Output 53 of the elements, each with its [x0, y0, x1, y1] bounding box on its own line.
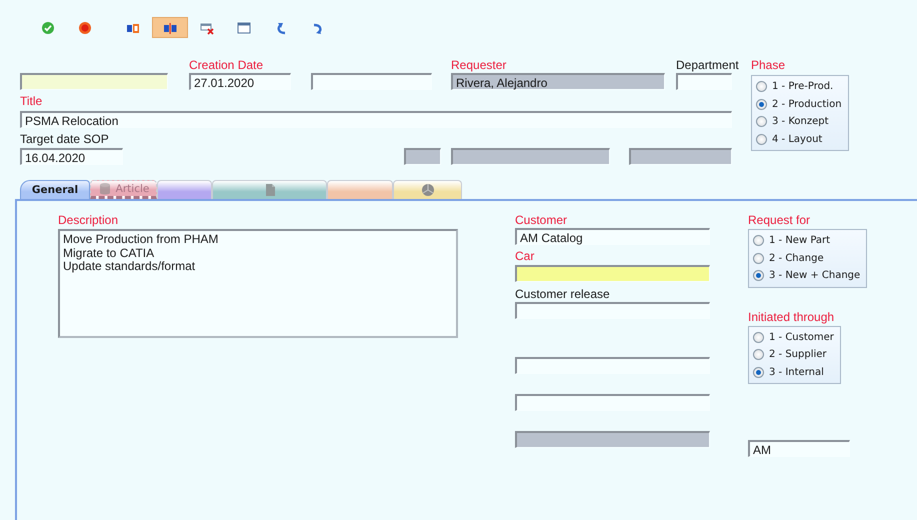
input-field[interactable]: AM Catalog: [515, 228, 710, 245]
radio-option[interactable]: 2 - Production: [756, 96, 842, 113]
input-field[interactable]: [629, 148, 732, 165]
field-label: Initiated through: [748, 308, 834, 324]
radio-option[interactable]: 2 - Supplier: [753, 346, 834, 364]
input-field[interactable]: 27.01.2020: [189, 73, 291, 90]
field-label: Description: [58, 212, 118, 228]
check-icon: [41, 20, 55, 34]
input-field[interactable]: Rivera, Alejandro: [451, 73, 665, 90]
radio-option[interactable]: 4 - Layout: [756, 130, 842, 148]
field-label: Target date SOP: [20, 131, 109, 147]
tab[interactable]: [212, 180, 327, 199]
pie-chart-icon: [420, 183, 434, 197]
radio-option[interactable]: 1 - Customer: [753, 328, 834, 346]
radio-option[interactable]: 1 - New Part: [753, 232, 860, 250]
tab[interactable]: [327, 180, 393, 199]
input-field[interactable]: [311, 73, 432, 90]
radio-option[interactable]: 2 - Change: [753, 250, 860, 267]
field-label: Requester: [451, 57, 506, 73]
description-field[interactable]: Move Production from PHAM Migrate to CATIA Update standards/format: [58, 229, 458, 338]
radio-option[interactable]: 1 - Pre-Prod.: [756, 78, 842, 96]
field-label: Phase: [751, 57, 786, 73]
stop-icon: [78, 20, 92, 34]
input-field[interactable]: AM: [748, 440, 850, 457]
input-field[interactable]: [451, 148, 610, 165]
input-field[interactable]: [515, 357, 710, 374]
field-label: Request for: [748, 212, 810, 228]
cylinder-icon: [98, 182, 112, 196]
input-field[interactable]: [515, 265, 710, 282]
radio-option[interactable]: 3 - Internal: [753, 364, 834, 381]
input-field[interactable]: PSMA Relocation: [20, 111, 732, 128]
input-field[interactable]: [404, 148, 441, 165]
radio-option[interactable]: 3 - New + Change: [753, 267, 860, 284]
split-column-icon: [163, 20, 177, 34]
field-label: Customer release: [515, 286, 610, 302]
radio-option[interactable]: 3 - Konzept: [756, 113, 842, 130]
tab[interactable]: [157, 180, 212, 199]
tab[interactable]: [393, 180, 462, 199]
input-field[interactable]: [676, 73, 732, 90]
field-label: Title: [20, 93, 42, 109]
field-label: Customer: [515, 212, 568, 228]
field-label: Creation Date: [189, 57, 264, 73]
field-label: Car: [515, 248, 534, 264]
delete-window-icon: [200, 20, 214, 34]
input-field[interactable]: [515, 302, 710, 319]
toolbar-button[interactable]: [152, 17, 188, 38]
input-field[interactable]: 16.04.2020: [20, 148, 123, 165]
input-field[interactable]: [515, 394, 710, 411]
field-label: Department: [676, 57, 739, 73]
tab[interactable]: General: [20, 180, 90, 199]
window-icon: [237, 20, 251, 34]
input-field[interactable]: [20, 73, 168, 90]
input-field[interactable]: [515, 431, 710, 448]
